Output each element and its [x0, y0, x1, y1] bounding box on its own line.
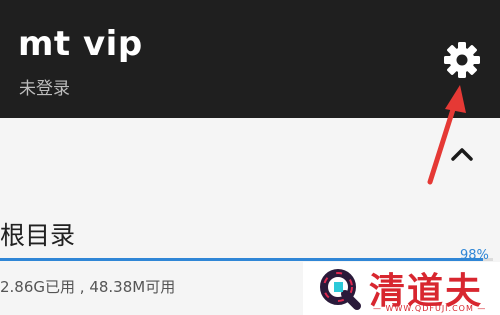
annotation-arrow — [427, 85, 466, 185]
storage-percent: 98% — [460, 248, 489, 263]
watermark: 清道夫 — WWW.QDFUJI.COM — — [303, 262, 500, 315]
app-title: mt vip — [18, 24, 143, 64]
gear-icon — [444, 42, 480, 78]
watermark-logo-icon — [320, 269, 361, 310]
moon-icon — [372, 42, 390, 77]
storage-progress-bar — [0, 258, 493, 261]
login-status[interactable]: 未登录 — [19, 74, 70, 99]
root-directory-title[interactable]: 根目录 — [0, 216, 75, 252]
settings-button[interactable] — [440, 38, 484, 82]
theme-toggle-button[interactable] — [355, 38, 399, 82]
collapse-button[interactable] — [446, 138, 478, 170]
storage-info: 2.86G已用 , 48.38M可用 — [0, 278, 176, 296]
watermark-url: — WWW.QDFUJI.COM — — [373, 304, 487, 313]
chevron-up-icon — [451, 148, 473, 161]
storage-progress-fill — [0, 258, 484, 261]
